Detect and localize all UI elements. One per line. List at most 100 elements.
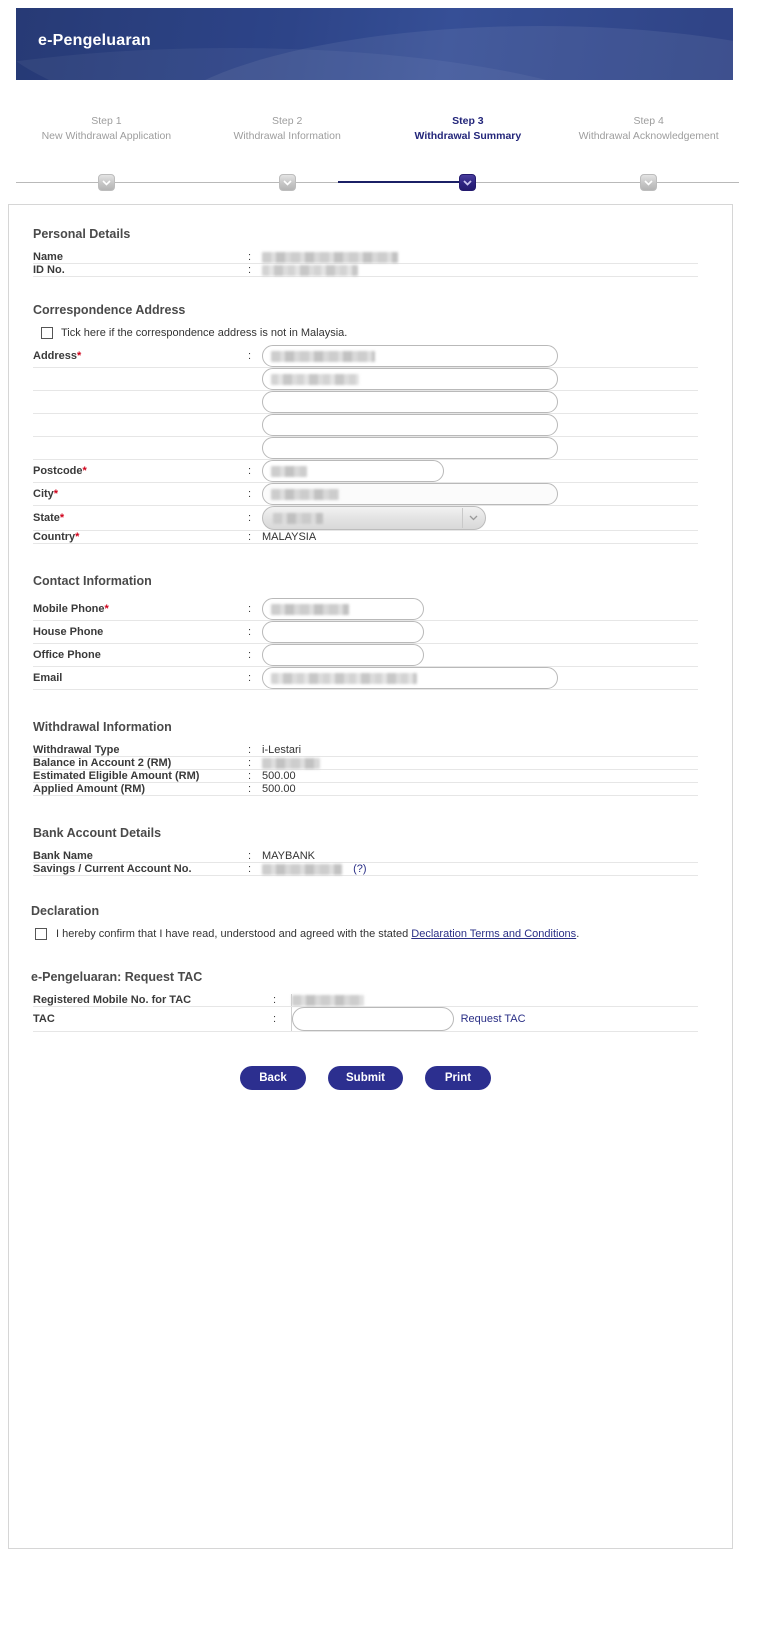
declaration-terms-link[interactable]: Declaration Terms and Conditions bbox=[411, 928, 576, 940]
table-row: Balance in Account 2 (RM) : bbox=[33, 756, 698, 770]
step-1[interactable]: Step 1 New Withdrawal Application bbox=[16, 114, 197, 143]
stepper-markers bbox=[16, 174, 739, 191]
back-button[interactable]: Back bbox=[240, 1066, 306, 1090]
redacted-email bbox=[271, 673, 417, 684]
redacted-state bbox=[273, 513, 323, 524]
table-row: Office Phone : bbox=[33, 643, 698, 667]
table-row: House Phone : bbox=[33, 620, 698, 644]
table-row: State* : bbox=[33, 505, 698, 531]
email-colon: : bbox=[248, 666, 262, 690]
city-label: City* bbox=[33, 482, 248, 506]
address-line-4-input[interactable] bbox=[262, 414, 558, 436]
address-line-5-input[interactable] bbox=[262, 437, 558, 459]
step-3[interactable]: Step 3 Withdrawal Summary bbox=[378, 114, 559, 143]
table-row bbox=[33, 367, 698, 391]
step-4-marker[interactable] bbox=[640, 174, 658, 191]
name-value bbox=[262, 251, 698, 264]
office-phone-input[interactable] bbox=[262, 644, 424, 666]
mobile-phone-input[interactable] bbox=[262, 598, 424, 620]
app-banner: e-Pengeluaran bbox=[16, 8, 733, 80]
chevron-down-icon bbox=[463, 179, 473, 186]
not-in-malaysia-row[interactable]: Tick here if the correspondence address … bbox=[41, 327, 698, 339]
redacted-city bbox=[271, 489, 339, 500]
office-phone-colon: : bbox=[248, 643, 262, 667]
registered-mobile-colon: : bbox=[273, 994, 292, 1007]
redacted-account-no bbox=[262, 863, 342, 875]
address-line-2-input[interactable] bbox=[262, 368, 558, 390]
card-inner: Personal Details Name : ID No. : Corresp… bbox=[9, 227, 732, 1090]
email-cell bbox=[262, 666, 698, 690]
declaration-heading: Declaration bbox=[31, 904, 100, 918]
declaration-row[interactable]: I hereby confirm that I have read, under… bbox=[35, 928, 698, 940]
table-row: Estimated Eligible Amount (RM) : 500.00 bbox=[33, 769, 698, 783]
table-row: TAC : Request TAC bbox=[33, 1006, 698, 1032]
page-root: e-Pengeluaran Step 1 New Withdrawal Appl… bbox=[0, 0, 781, 1637]
applied-amount-value: 500.00 bbox=[262, 782, 698, 796]
country-value: MALAYSIA bbox=[262, 530, 698, 544]
redacted-name bbox=[262, 251, 398, 263]
step-1-number: Step 1 bbox=[91, 115, 122, 127]
step-2-marker[interactable] bbox=[278, 174, 296, 191]
account-no-help-icon[interactable]: (?) bbox=[353, 863, 366, 875]
city-input[interactable] bbox=[262, 483, 558, 505]
mobile-phone-required-mark: * bbox=[104, 603, 109, 615]
bank-account-details-heading: Bank Account Details bbox=[33, 826, 162, 840]
step-2[interactable]: Step 2 Withdrawal Information bbox=[197, 114, 378, 143]
step-marker-col-1 bbox=[16, 174, 197, 191]
not-in-malaysia-checkbox[interactable] bbox=[41, 327, 53, 339]
postcode-input[interactable] bbox=[262, 460, 444, 482]
chevron-down-icon bbox=[469, 515, 478, 521]
account-no-value: (?) bbox=[262, 862, 698, 876]
submit-button[interactable]: Submit bbox=[328, 1066, 403, 1090]
state-select[interactable] bbox=[262, 506, 486, 530]
stepper-labels: Step 1 New Withdrawal Application Step 2… bbox=[16, 114, 739, 143]
request-tac-link[interactable]: Request TAC bbox=[461, 1013, 526, 1025]
address-table: Address* : Postcode*: City*: State*: … bbox=[33, 345, 698, 544]
table-row: Mobile Phone* : bbox=[33, 598, 698, 621]
step-1-marker[interactable] bbox=[97, 174, 115, 191]
house-phone-input[interactable] bbox=[262, 621, 424, 643]
address-line-1-cell bbox=[262, 345, 698, 368]
applied-amount-colon: : bbox=[248, 782, 262, 796]
account-no-label: Savings / Current Account No. bbox=[33, 862, 248, 876]
withdrawal-information-heading: Withdrawal Information bbox=[33, 720, 172, 734]
address-line-2-label bbox=[33, 367, 248, 391]
id-no-value bbox=[262, 263, 698, 277]
address-line-2-cell bbox=[262, 367, 698, 391]
country-colon: : bbox=[248, 530, 262, 544]
print-button[interactable]: Print bbox=[424, 1066, 491, 1090]
postcode-colon: : bbox=[248, 459, 262, 483]
address-line-3-input[interactable] bbox=[262, 391, 558, 413]
tac-cell: Request TAC bbox=[291, 1006, 698, 1032]
summary-card: Personal Details Name : ID No. : Corresp… bbox=[8, 204, 733, 1549]
state-select-arrow[interactable] bbox=[462, 508, 484, 528]
office-phone-cell bbox=[262, 643, 698, 667]
address-required-mark: * bbox=[77, 350, 82, 362]
city-required-mark: * bbox=[53, 488, 59, 500]
step-3-number: Step 3 bbox=[452, 115, 484, 127]
correspondence-address-heading: Correspondence Address bbox=[33, 303, 186, 317]
step-3-marker[interactable] bbox=[459, 174, 477, 191]
address-line-3-cell bbox=[262, 390, 698, 414]
email-label: Email bbox=[33, 666, 248, 690]
step-4[interactable]: Step 4 Withdrawal Acknowledgement bbox=[558, 114, 739, 143]
withdrawal-information-table: Withdrawal Type : i-Lestari Balance in A… bbox=[33, 744, 698, 796]
address-line-5-cell bbox=[262, 436, 698, 460]
email-input[interactable] bbox=[262, 667, 558, 689]
redacted-mobile-phone bbox=[271, 604, 349, 615]
app-title: e-Pengeluaran bbox=[38, 32, 151, 49]
redacted-balance-account-2 bbox=[262, 757, 320, 769]
tac-input[interactable] bbox=[291, 1007, 454, 1031]
declaration-checkbox[interactable] bbox=[35, 928, 47, 940]
house-phone-cell bbox=[262, 620, 698, 644]
state-label: State* bbox=[33, 505, 248, 531]
step-marker-col-3 bbox=[378, 174, 559, 191]
redacted-registered-mobile bbox=[291, 994, 364, 1006]
balance-account-2-colon: : bbox=[248, 756, 262, 770]
step-3-label: Withdrawal Summary bbox=[414, 129, 522, 142]
postcode-required-mark: * bbox=[82, 465, 87, 477]
table-row: Email : bbox=[33, 666, 698, 690]
table-row: Savings / Current Account No. : (?) bbox=[33, 862, 698, 876]
address-line-1-input[interactable] bbox=[262, 345, 558, 367]
address-line-5-colon bbox=[248, 436, 262, 460]
